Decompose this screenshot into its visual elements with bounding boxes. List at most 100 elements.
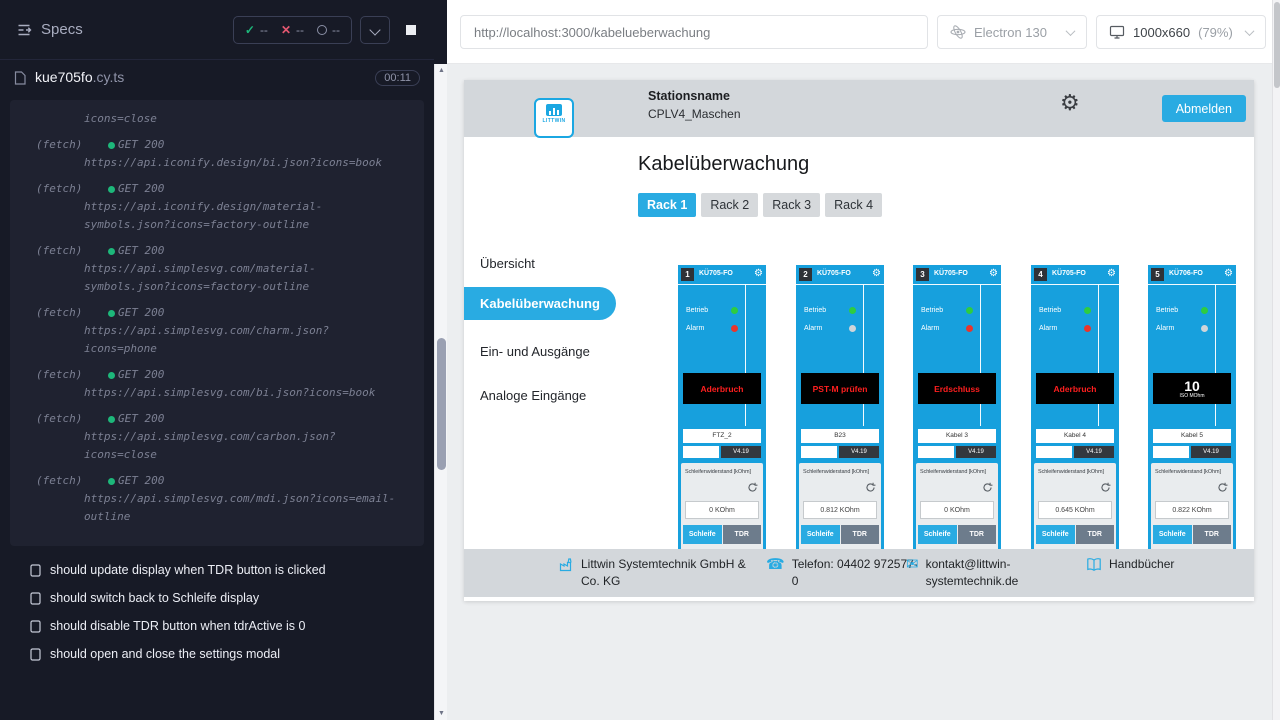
- tab-rack-2[interactable]: Rack 2: [701, 193, 758, 217]
- mail-icon: ✉: [906, 557, 919, 590]
- test-item[interactable]: should update display when TDR button is…: [30, 556, 434, 584]
- tab-rack-4[interactable]: Rack 4: [825, 193, 882, 217]
- measurement-value: 0 KOhm: [685, 501, 759, 519]
- divider: [745, 284, 746, 426]
- card-gear-icon[interactable]: ⚙: [1107, 267, 1116, 281]
- page-scrollbar-thumb[interactable]: [1274, 2, 1280, 88]
- led-alarm: Alarm: [921, 325, 973, 332]
- test-title: should disable TDR button when tdrActive…: [50, 619, 305, 633]
- log-entry[interactable]: (fetch)GET 200 https://api.iconify.desig…: [24, 136, 410, 172]
- cable-name: Kabel 3: [918, 429, 996, 443]
- settings-gear-icon[interactable]: ⚙: [1060, 92, 1080, 114]
- divider: [678, 284, 766, 285]
- browser-selector[interactable]: Electron 130: [937, 15, 1087, 49]
- status-dot: [108, 248, 115, 255]
- refresh-icon[interactable]: [865, 482, 876, 493]
- led-alarm: Alarm: [686, 325, 738, 332]
- page-scrollbar[interactable]: [1272, 0, 1280, 720]
- specs-button[interactable]: Specs: [16, 21, 83, 38]
- schleife-button[interactable]: Schleife: [1036, 525, 1075, 544]
- pending-stat: --: [317, 23, 340, 37]
- stop-button[interactable]: [398, 16, 424, 44]
- request-url: https://api.iconify.design/bi.json?icons…: [84, 154, 382, 172]
- log-entry[interactable]: (fetch)GET 200 https://api.iconify.desig…: [24, 180, 410, 234]
- schleife-button[interactable]: Schleife: [683, 525, 722, 544]
- spec-name[interactable]: kue705fo.cy.ts: [35, 69, 124, 87]
- logout-button[interactable]: Abmelden: [1162, 95, 1246, 122]
- refresh-icon[interactable]: [747, 482, 758, 493]
- refresh-icon[interactable]: [1217, 482, 1228, 493]
- divider: [913, 284, 1001, 285]
- blank-field: [801, 446, 837, 458]
- pending-count: --: [332, 23, 340, 37]
- device-number-badge: 2: [799, 268, 812, 281]
- divider: [796, 284, 884, 285]
- status-display: Erdschluss: [918, 373, 996, 404]
- reporter-scrollbar: ▲ ▼: [434, 0, 447, 720]
- measurement-label: Schleifenwiderstand [kOhm]: [920, 469, 994, 475]
- tdr-button[interactable]: TDR: [1076, 525, 1115, 544]
- log-entry[interactable]: (fetch)GET 200 https://api.simplesvg.com…: [24, 242, 410, 296]
- footer-email[interactable]: ✉ kontakt@littwin-systemtechnik.de: [906, 556, 1038, 590]
- tdr-button[interactable]: TDR: [723, 525, 762, 544]
- measurement-label: Schleifenwiderstand [kOhm]: [803, 469, 877, 475]
- spec-file-bar: kue705fo.cy.ts 00:11: [0, 60, 434, 96]
- url-input[interactable]: [461, 16, 927, 48]
- request-status: GET 200: [118, 136, 164, 154]
- log-entry[interactable]: (fetch)GET 200 https://api.simplesvg.com…: [24, 410, 410, 464]
- card-gear-icon[interactable]: ⚙: [872, 267, 881, 281]
- blank-field: [918, 446, 954, 458]
- request-url: https://api.iconify.design/material-symb…: [84, 198, 400, 234]
- divider: [980, 284, 981, 426]
- test-item[interactable]: should switch back to Schleife display: [30, 584, 434, 612]
- sidebar-item-uebersicht[interactable]: Übersicht: [464, 253, 616, 275]
- reporter-scroll-track[interactable]: ▲ ▼: [434, 64, 447, 720]
- sidebar-item-kabelueberwachung[interactable]: Kabelüberwachung: [464, 287, 616, 320]
- footer-manuals[interactable]: Handbücher: [1086, 556, 1174, 573]
- sidebar-item-ein-und-ausgaenge[interactable]: Ein- und Ausgänge: [464, 341, 616, 363]
- schleife-button[interactable]: Schleife: [1153, 525, 1192, 544]
- scrollbar-thumb[interactable]: [437, 338, 446, 470]
- collapse-button[interactable]: [360, 16, 390, 44]
- alarm-led: [849, 325, 856, 332]
- tab-rack-1[interactable]: Rack 1: [638, 193, 696, 217]
- schleife-button[interactable]: Schleife: [801, 525, 840, 544]
- sidebar-item-analoge-eingaenge[interactable]: Analoge Eingänge: [464, 385, 616, 407]
- card-gear-icon[interactable]: ⚙: [1224, 267, 1233, 281]
- test-item[interactable]: should disable TDR button when tdrActive…: [30, 612, 434, 640]
- status-dot: [108, 186, 115, 193]
- cable-name: B23: [801, 429, 879, 443]
- status-display: Aderbruch: [683, 373, 761, 404]
- page-title: Kabelüberwachung: [638, 153, 809, 176]
- status-display: Aderbruch: [1036, 373, 1114, 404]
- request-status: GET 200: [118, 366, 164, 384]
- fetch-command: (fetch): [36, 472, 108, 490]
- test-title: should open and close the settings modal: [50, 647, 280, 661]
- log-entry[interactable]: (fetch)GET 200 https://api.simplesvg.com…: [24, 366, 410, 402]
- measurement-value: 0.822 KOhm: [1155, 501, 1229, 519]
- device-model: KÜ705-FO: [934, 270, 968, 277]
- betrieb-led: [966, 307, 973, 314]
- schleife-button[interactable]: Schleife: [918, 525, 957, 544]
- viewport-selector[interactable]: 1000x660 (79%): [1096, 15, 1266, 49]
- led-betrieb: Betrieb: [686, 307, 738, 314]
- tab-rack-3[interactable]: Rack 3: [763, 193, 820, 217]
- status-dot: [108, 142, 115, 149]
- failed-stat: ✕ --: [281, 23, 304, 37]
- passed-stat: ✓ --: [245, 23, 268, 37]
- status-display: 10ISO MOhm: [1153, 373, 1231, 404]
- tdr-button[interactable]: TDR: [1193, 525, 1232, 544]
- card-gear-icon[interactable]: ⚙: [989, 267, 998, 281]
- refresh-icon[interactable]: [982, 482, 993, 493]
- card-gear-icon[interactable]: ⚙: [754, 267, 763, 281]
- refresh-icon[interactable]: [1100, 482, 1111, 493]
- tdr-button[interactable]: TDR: [958, 525, 997, 544]
- tdr-button[interactable]: TDR: [841, 525, 880, 544]
- log-entry[interactable]: (fetch)GET 200 https://api.simplesvg.com…: [24, 304, 410, 358]
- app-content: Kabelüberwachung Rack 1 Rack 2 Rack 3 Ra…: [616, 137, 1254, 601]
- url-box: [460, 15, 928, 49]
- station-name: CPLV4_Maschen: [648, 107, 741, 121]
- log-entry[interactable]: (fetch)GET 200 https://api.simplesvg.com…: [24, 472, 410, 526]
- test-item[interactable]: should open and close the settings modal: [30, 640, 434, 668]
- chevron-down-icon: [1066, 26, 1076, 36]
